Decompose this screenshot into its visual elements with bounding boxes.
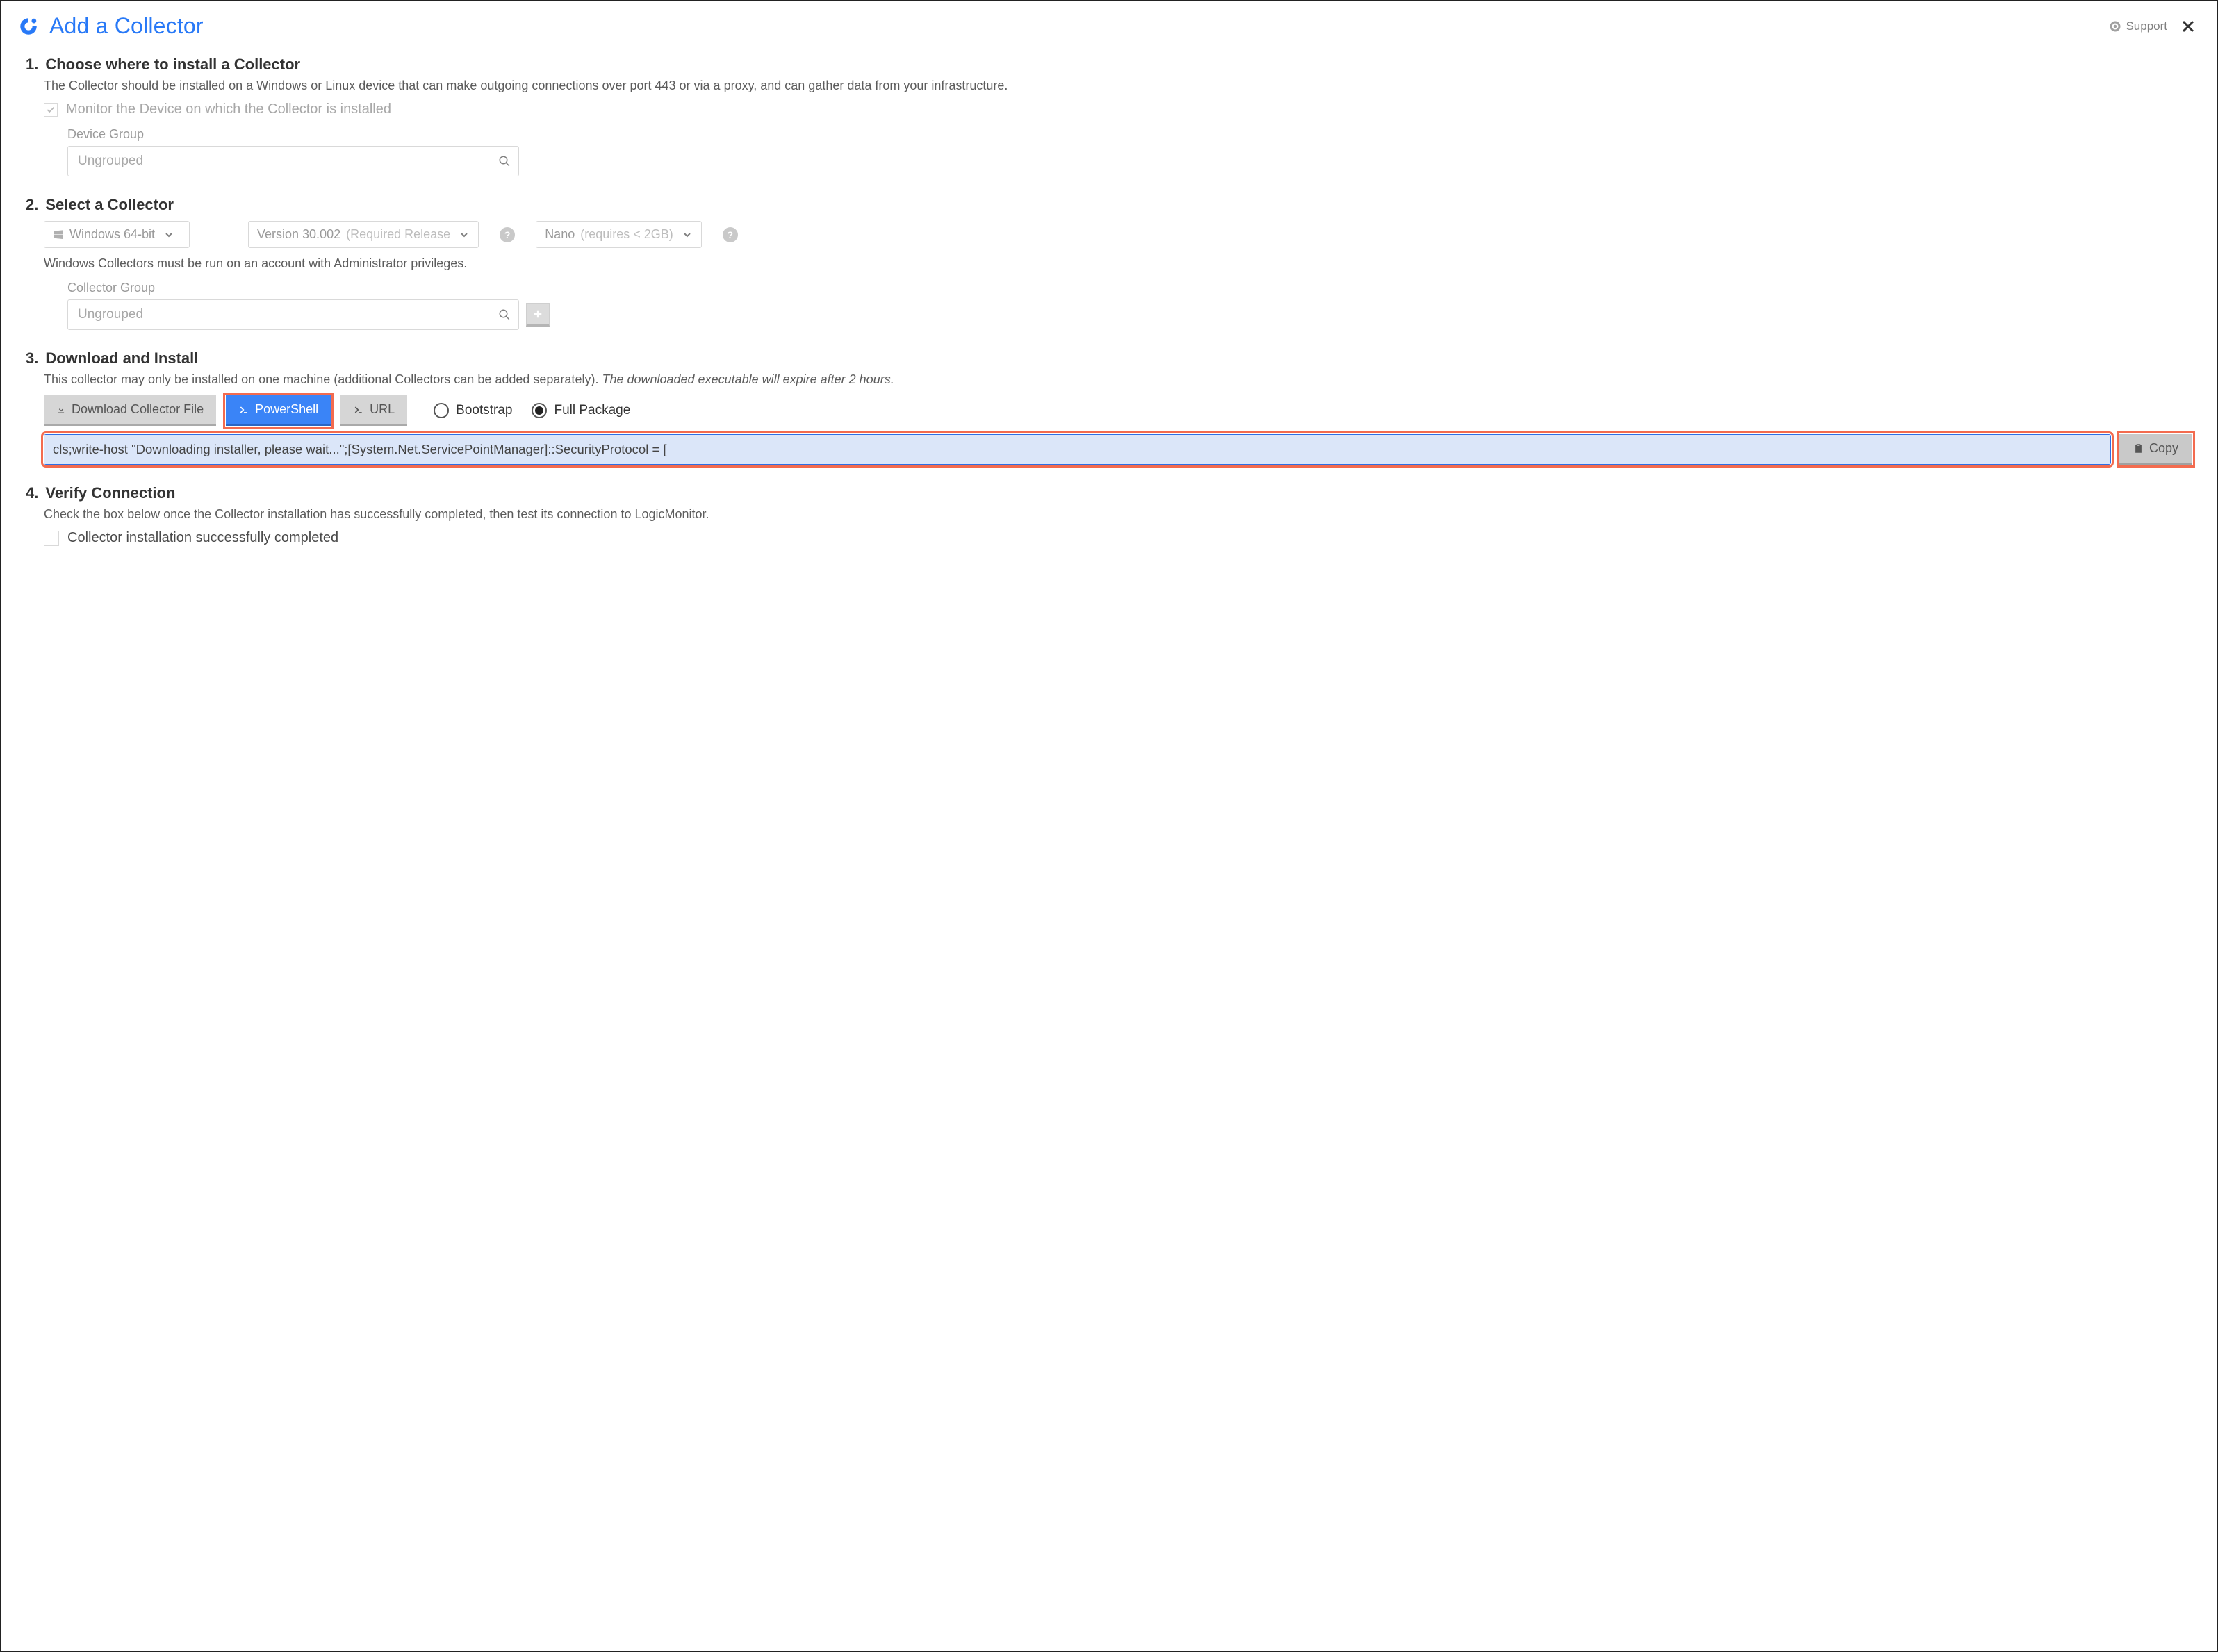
help-icon[interactable]: ? [723,227,738,242]
modal-add-collector: Add a Collector Support 1. Choose where … [0,0,2218,1652]
install-complete-checkbox[interactable] [44,531,59,546]
url-button[interactable]: URL [340,395,407,426]
install-complete-label: Collector installation successfully comp… [67,530,338,546]
terminal-icon [353,404,364,415]
step-description: Check the box below once the Collector i… [44,505,2192,523]
version-select[interactable]: Version 30.002 (Required Release [248,221,479,248]
close-button[interactable] [2177,18,2199,35]
download-file-button[interactable]: Download Collector File [44,395,216,426]
step-4: 4. Verify Connection Check the box below… [26,484,2192,546]
radio-full-package[interactable]: Full Package [532,403,630,418]
download-icon [56,405,66,415]
collector-group-label: Collector Group [67,281,2192,295]
step-number: 2. [26,196,38,214]
step-3: 3. Download and Install This collector m… [26,349,2192,465]
step-number: 3. [26,349,38,367]
os-select[interactable]: Windows 64-bit [44,221,190,248]
terminal-icon [238,404,249,415]
step-description: The Collector should be installed on a W… [44,76,2192,94]
device-group-input[interactable] [67,146,519,176]
chevron-down-icon [163,229,174,240]
modal-header: Add a Collector Support [19,3,2199,43]
monitor-device-checkbox[interactable] [44,103,58,117]
support-link[interactable]: Support [2109,19,2167,33]
collector-group-input[interactable] [67,299,519,330]
lifebuoy-icon [2109,20,2121,33]
search-zoom-icon[interactable] [498,308,511,321]
brand-logo-icon [19,17,38,36]
step-description: This collector may only be installed on … [44,370,2192,388]
support-label: Support [2126,19,2167,33]
step-title: Select a Collector [45,196,174,214]
command-text: cls;write-host "Downloading installer, p… [44,435,2110,464]
step-1: 1. Choose where to install a Collector T… [26,56,2192,176]
search-zoom-icon[interactable] [498,155,511,167]
chevron-down-icon [682,229,693,240]
radio-bootstrap[interactable]: Bootstrap [434,403,512,418]
command-textbox[interactable]: cls;write-host "Downloading installer, p… [44,434,2111,465]
add-group-button[interactable] [526,303,550,327]
step-2: 2. Select a Collector Windows 64-bit [26,196,2192,330]
monitor-device-label: Monitor the Device on which the Collecto… [66,101,391,117]
admin-note: Windows Collectors must be run on an acc… [44,256,2192,271]
clipboard-icon [2133,443,2144,454]
powershell-button[interactable]: PowerShell [226,395,331,426]
radio-icon [532,403,547,418]
step-number: 4. [26,484,38,502]
device-group-label: Device Group [67,127,2192,142]
size-select[interactable]: Nano (requires < 2GB) [536,221,702,248]
copy-button[interactable]: Copy [2119,434,2192,465]
help-icon[interactable]: ? [500,227,515,242]
step-title: Choose where to install a Collector [45,56,300,74]
page-title: Add a Collector [49,13,204,39]
windows-icon [53,229,64,240]
chevron-down-icon [459,229,470,240]
step-title: Download and Install [45,349,198,367]
step-number: 1. [26,56,38,74]
step-title: Verify Connection [45,484,175,502]
radio-icon [434,403,449,418]
